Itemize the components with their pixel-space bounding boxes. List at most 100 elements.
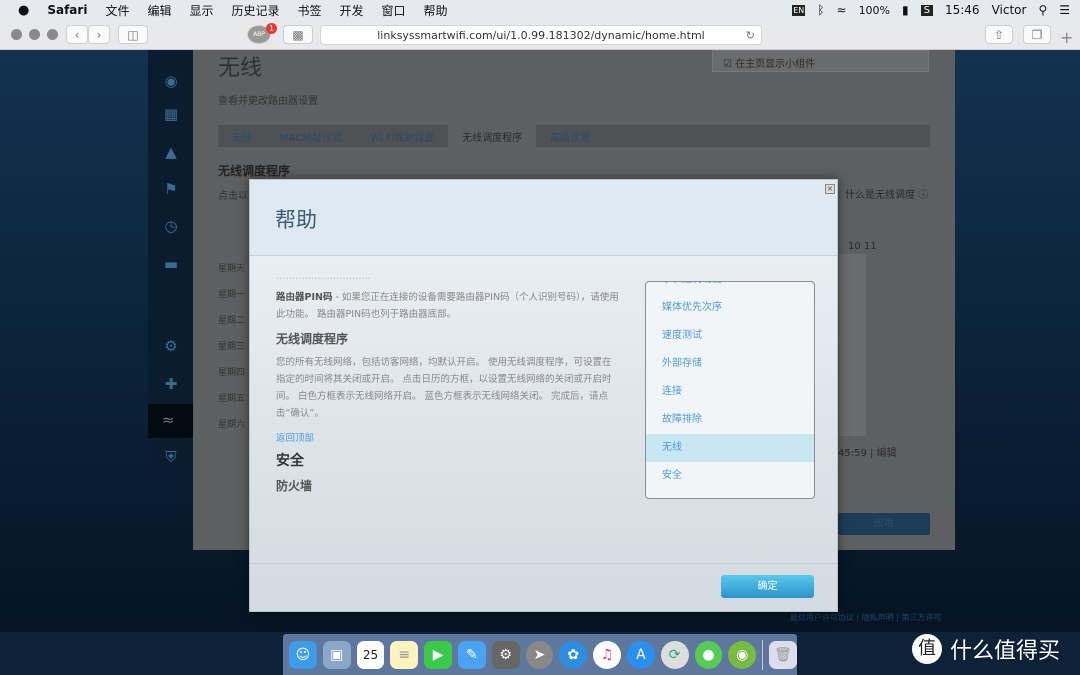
devices-icon[interactable]: ▦ <box>160 105 182 123</box>
forward-button[interactable]: › <box>88 25 110 44</box>
menu-history[interactable]: 历史记录 <box>231 2 279 19</box>
tab-advanced[interactable]: 高级设置 <box>536 125 604 147</box>
reload-icon[interactable]: ↻ <box>746 29 755 42</box>
notification-center-icon[interactable]: ☰ <box>1059 3 1070 17</box>
minimize-window-button[interactable] <box>29 29 40 40</box>
menu-develop[interactable]: 开发 <box>340 2 364 19</box>
tabs-overview-button[interactable]: ❐ <box>1023 25 1051 44</box>
watermark-logo: 值 <box>912 634 942 664</box>
tab-wps[interactable]: Wi-Fi保护设置 <box>356 125 448 147</box>
close-window-button[interactable] <box>11 29 22 40</box>
menu-view[interactable]: 显示 <box>189 2 213 19</box>
launchpad-icon[interactable]: ➤ <box>525 640 554 669</box>
close-icon[interactable]: × <box>825 184 835 194</box>
help-topic-list[interactable]: 家长控制功能 媒体优先次序 速度测试 外部存储 连接 故障排除 无线 安全 <box>645 281 815 499</box>
show-widget-checkbox[interactable]: ☑ 在主页显示小组件 <box>712 50 929 72</box>
help-dialog: 帮助 × ………………………… 路由器PIN码 - 如果您正在连接的设备需要路由… <box>249 179 838 612</box>
browser-toolbar: ‹ › ◫ ABP 1 ▩ linksyssmartwifi.com/ui/1.… <box>0 20 1080 50</box>
security-shield-icon[interactable]: ⛨ <box>160 448 182 466</box>
menu-bookmarks[interactable]: 书签 <box>298 2 322 19</box>
clock[interactable]: 15:46 <box>945 3 980 17</box>
menu-bar: ● Safari 文件 编辑 显示 历史记录 书签 开发 窗口 帮助 EN ᛒ … <box>0 0 1080 20</box>
topic-security[interactable]: 安全 <box>646 462 814 490</box>
apply-button[interactable]: 应用 <box>838 513 930 535</box>
schedule-grid[interactable] <box>838 254 866 436</box>
user-name[interactable]: Victor <box>992 3 1027 17</box>
extension-button[interactable]: ▩ <box>283 25 313 44</box>
time-edit-link[interactable]: 45:59 | 编辑 <box>838 444 897 459</box>
day-label: 星期二 <box>218 316 246 326</box>
settings-icon[interactable]: ⚙ <box>160 337 182 355</box>
cut-line: ………………………… <box>276 275 371 282</box>
input-source-icon[interactable]: EN <box>792 4 806 16</box>
menu-file[interactable]: 文件 <box>105 2 129 19</box>
notes-icon[interactable]: ≡ <box>390 640 419 669</box>
help-content[interactable]: ………………………… 路由器PIN码 - 如果您正在连接的设备需要路由器PIN码… <box>276 275 621 501</box>
topic-speed-test[interactable]: 速度测试 <box>646 322 814 350</box>
finder-icon[interactable]: ☺ <box>289 640 317 669</box>
troubleshoot-icon[interactable]: ✚ <box>160 375 182 393</box>
share-button[interactable]: ⇧ <box>985 25 1013 44</box>
what-is-label: 什么是无线调度 <box>845 190 915 201</box>
speed-icon[interactable]: ◷ <box>160 217 182 235</box>
new-tab-button[interactable]: + <box>1060 28 1073 47</box>
wechat-icon[interactable]: ● <box>694 640 723 669</box>
tab-wireless-scheduler[interactable]: 无线调度程序 <box>448 125 537 147</box>
storage-icon[interactable]: ▬ <box>160 255 182 273</box>
topic-connectivity[interactable]: 连接 <box>646 378 814 406</box>
tab-bar: 无线 MAC地址过滤 Wi-Fi保护设置 无线调度程序 高级设置 <box>218 125 930 147</box>
what-is-link[interactable]: 什么是无线调度 ⓘ <box>845 186 928 201</box>
battery-level[interactable]: 100% <box>859 4 890 17</box>
menu-window[interactable]: 窗口 <box>382 2 406 19</box>
footer-links[interactable]: 最终用户许可协议 | 隐私声明 | 第三方许可 <box>790 612 942 623</box>
preview-icon[interactable]: ▣ <box>322 640 351 669</box>
menu-app[interactable]: Safari <box>47 3 87 17</box>
topic-troubleshooting[interactable]: 故障排除 <box>646 406 814 434</box>
sidebar-toggle-button[interactable]: ◫ <box>118 25 148 44</box>
page-title: 无线 <box>218 56 263 81</box>
menu-edit[interactable]: 编辑 <box>147 2 171 19</box>
section-desc: 点击以 <box>218 191 248 202</box>
url-text: linksyssmartwifi.com/ui/1.0.99.181302/dy… <box>377 28 705 42</box>
dialog-title: 帮助 <box>275 208 317 232</box>
topic-external-storage[interactable]: 外部存储 <box>646 350 814 378</box>
parental-icon[interactable]: ⚑ <box>160 180 182 198</box>
tab-mac-filter[interactable]: MAC地址过滤 <box>266 125 356 147</box>
topic-wireless[interactable]: 无线 <box>646 434 814 462</box>
facetime-icon[interactable]: ▶ <box>424 640 452 669</box>
safari-icon[interactable]: ✿ <box>559 640 588 669</box>
menu-help[interactable]: 帮助 <box>424 2 448 19</box>
day-label: 星期一 <box>218 290 246 300</box>
battery-icon: ▮ <box>902 3 909 17</box>
app-s-icon[interactable]: S <box>920 4 933 16</box>
tab-wireless[interactable]: 无线 <box>218 125 266 147</box>
abp-label: ABP <box>253 31 265 38</box>
router-icon[interactable]: ◉ <box>160 72 182 90</box>
back-button[interactable]: ‹ <box>66 25 88 44</box>
zoom-window-button[interactable] <box>47 29 58 40</box>
topic-parental[interactable]: 家长控制功能 <box>646 282 814 294</box>
widget-label: 在主页显示小组件 <box>735 59 816 70</box>
scheduler-heading: 无线调度程序 <box>276 332 349 346</box>
trash-icon[interactable]: 🗑 <box>769 640 797 669</box>
app-store-icon[interactable]: A <box>626 640 655 669</box>
android-app-icon[interactable]: ◉ <box>728 640 757 669</box>
wifi-icon[interactable]: ≈ <box>837 3 847 17</box>
warning-icon[interactable]: ▲ <box>160 143 182 161</box>
bluetooth-icon[interactable]: ᛒ <box>817 3 824 17</box>
spotlight-icon[interactable]: ⚲ <box>1038 3 1047 17</box>
calendar-icon[interactable]: 25 <box>356 640 385 669</box>
apple-menu-icon[interactable]: ● <box>18 3 29 18</box>
topic-media-priority[interactable]: 媒体优先次序 <box>646 294 814 322</box>
ok-button[interactable]: 确定 <box>721 575 814 598</box>
day-label: 星期六 <box>218 420 246 430</box>
system-preferences-icon[interactable]: ⚙ <box>491 640 520 669</box>
address-bar[interactable]: linksyssmartwifi.com/ui/1.0.99.181302/dy… <box>320 25 762 45</box>
itunes-icon[interactable]: ♫ <box>593 640 621 669</box>
sidebar-item-wireless[interactable]: ≈ <box>148 404 193 438</box>
back-to-top-link[interactable]: 返回顶部 <box>276 430 621 447</box>
pen-app-icon[interactable]: ✎ <box>457 640 486 669</box>
calendar-day: 25 <box>362 647 379 662</box>
dialog-divider <box>250 563 837 564</box>
vpn-app-icon[interactable]: ⟳ <box>660 640 689 669</box>
